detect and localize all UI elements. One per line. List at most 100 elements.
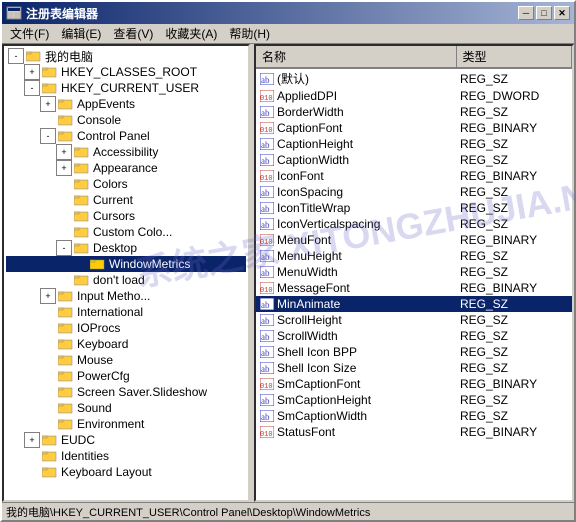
table-row[interactable]: ab MenuWidth REG_SZ [256, 264, 572, 280]
tree-item-eudc[interactable]: + EUDC [6, 432, 246, 448]
reg-type-cell: REG_SZ [456, 408, 572, 424]
tree-item-identities[interactable]: Identities [6, 448, 246, 464]
table-row[interactable]: 010 CaptionFont REG_BINARY [256, 120, 572, 136]
folder-icon [58, 97, 74, 111]
tree-item-mypc[interactable]: - 我的电脑 [6, 48, 246, 64]
table-row[interactable]: 010 StatusFont REG_BINARY [256, 424, 572, 440]
tree-item-keyboard[interactable]: Keyboard [6, 336, 246, 352]
tree-item-hkcu[interactable]: - HKEY_CURRENT_USER [6, 80, 246, 96]
tree-item-cursors[interactable]: Cursors [6, 208, 246, 224]
menu-view[interactable]: 查看(V) [107, 23, 159, 44]
menu-edit[interactable]: 编辑(E) [55, 23, 107, 44]
expander-icon[interactable]: + [40, 96, 56, 112]
svg-text:ab: ab [261, 316, 270, 326]
tree-item-colors[interactable]: Colors [6, 176, 246, 192]
expander-icon[interactable]: + [56, 144, 72, 160]
svg-text:010: 010 [260, 127, 273, 134]
folder-icon [58, 337, 74, 351]
menu-favorites[interactable]: 收藏夹(A) [159, 23, 223, 44]
tree-item-customcolo[interactable]: Custom Colo... [6, 224, 246, 240]
table-row[interactable]: ab Shell Icon Size REG_SZ [256, 360, 572, 376]
tree-item-environment[interactable]: Environment [6, 416, 246, 432]
table-row[interactable]: ab ScrollWidth REG_SZ [256, 328, 572, 344]
reg-type-cell: REG_SZ [456, 312, 572, 328]
table-row[interactable]: ab (默认) REG_SZ [256, 68, 572, 88]
svg-text:010: 010 [260, 95, 273, 102]
tree-item-ioprocs[interactable]: IOProcs [6, 320, 246, 336]
folder-icon [58, 305, 74, 319]
statusbar-text: 我的电脑\HKEY_CURRENT_USER\Control Panel\Des… [6, 504, 370, 520]
expander-icon[interactable]: + [40, 288, 56, 304]
menu-file[interactable]: 文件(F) [4, 23, 55, 44]
tree-item-sound[interactable]: Sound [6, 400, 246, 416]
tree-item-inputmetho[interactable]: + Input Metho... [6, 288, 246, 304]
reg-name-cell: ab Shell Icon Size [256, 360, 456, 376]
tree-item-appearance[interactable]: + Appearance [6, 160, 246, 176]
folder-icon [26, 49, 42, 63]
table-row[interactable]: ab CaptionHeight REG_SZ [256, 136, 572, 152]
tree-item-desktop[interactable]: - Desktop [6, 240, 246, 256]
reg-name: SmCaptionWidth [277, 409, 367, 423]
reg-name-cell: 010 AppliedDPI [256, 88, 456, 104]
tree-item-controlpanel[interactable]: - Control Panel [6, 128, 246, 144]
tree-label: Colors [93, 177, 128, 191]
reg-name: (默认) [277, 70, 309, 87]
reg-name: MinAnimate [277, 297, 340, 311]
close-button[interactable]: ✕ [554, 6, 570, 20]
expander-icon[interactable]: - [8, 48, 24, 64]
tree-item-international[interactable]: International [6, 304, 246, 320]
reg-type-cell: REG_SZ [456, 296, 572, 312]
table-row[interactable]: ab SmCaptionHeight REG_SZ [256, 392, 572, 408]
table-row[interactable]: ab MenuHeight REG_SZ [256, 248, 572, 264]
tree-item-screensaver[interactable]: Screen Saver.Slideshow [6, 384, 246, 400]
reg-name-cell: ab Shell Icon BPP [256, 344, 456, 360]
table-row[interactable]: ab SmCaptionWidth REG_SZ [256, 408, 572, 424]
main-window: 系统之家 XITONGZHUJIA.NET 注册表编辑器 ─ □ ✕ 文件(F)… [0, 0, 576, 522]
expander-icon[interactable]: - [56, 240, 72, 256]
values-pane[interactable]: 名称 类型 ab (默认) REG_SZ 010 AppliedDPI REG_… [254, 44, 574, 502]
table-row[interactable]: 010 MenuFont REG_BINARY [256, 232, 572, 248]
table-row[interactable]: 010 SmCaptionFont REG_BINARY [256, 376, 572, 392]
tree-item-hkcr[interactable]: + HKEY_CLASSES_ROOT [6, 64, 246, 80]
menu-help[interactable]: 帮助(H) [223, 23, 276, 44]
tree-label: Current [93, 193, 133, 207]
reg-type-cell: REG_SZ [456, 216, 572, 232]
col-name[interactable]: 名称 [256, 46, 456, 68]
tree-item-dontload[interactable]: don't load [6, 272, 246, 288]
svg-text:ab: ab [261, 300, 270, 310]
folder-icon [74, 225, 90, 239]
tree-item-powercfg[interactable]: PowerCfg [6, 368, 246, 384]
reg-type-cell: REG_BINARY [456, 424, 572, 440]
tree-item-accessibility[interactable]: + Accessibility [6, 144, 246, 160]
maximize-button[interactable]: □ [536, 6, 552, 20]
col-type[interactable]: 类型 [456, 46, 572, 68]
expander-icon[interactable]: - [24, 80, 40, 96]
tree-label: Cursors [93, 209, 135, 223]
tree-label: Identities [61, 449, 109, 463]
tree-item-keyboardlayout[interactable]: Keyboard Layout [6, 464, 246, 480]
table-row[interactable]: ab BorderWidth REG_SZ [256, 104, 572, 120]
expander-icon[interactable]: + [56, 160, 72, 176]
tree-item-appevents[interactable]: + AppEvents [6, 96, 246, 112]
tree-pane[interactable]: - 我的电脑+ HKEY_CLASSES_ROOT- HKEY_CURRENT_… [2, 44, 250, 502]
table-row[interactable]: ab IconSpacing REG_SZ [256, 184, 572, 200]
expander-icon[interactable]: + [24, 64, 40, 80]
table-row[interactable]: ab IconVerticalspacing REG_SZ [256, 216, 572, 232]
table-row[interactable]: ab ScrollHeight REG_SZ [256, 312, 572, 328]
tree-item-current[interactable]: Current [6, 192, 246, 208]
table-row[interactable]: ab MinAnimate REG_SZ [256, 296, 572, 312]
tree-item-windowmetrics[interactable]: WindowMetrics [6, 256, 246, 272]
tree-item-mouse[interactable]: Mouse [6, 352, 246, 368]
reg-name: MenuWidth [277, 265, 338, 279]
reg-type-cell: REG_SZ [456, 104, 572, 120]
expander-icon[interactable]: + [24, 432, 40, 448]
table-row[interactable]: 010 AppliedDPI REG_DWORD [256, 88, 572, 104]
table-row[interactable]: 010 MessageFont REG_BINARY [256, 280, 572, 296]
table-row[interactable]: ab IconTitleWrap REG_SZ [256, 200, 572, 216]
table-row[interactable]: 010 IconFont REG_BINARY [256, 168, 572, 184]
minimize-button[interactable]: ─ [518, 6, 534, 20]
table-row[interactable]: ab Shell Icon BPP REG_SZ [256, 344, 572, 360]
expander-icon[interactable]: - [40, 128, 56, 144]
tree-item-console[interactable]: Console [6, 112, 246, 128]
table-row[interactable]: ab CaptionWidth REG_SZ [256, 152, 572, 168]
